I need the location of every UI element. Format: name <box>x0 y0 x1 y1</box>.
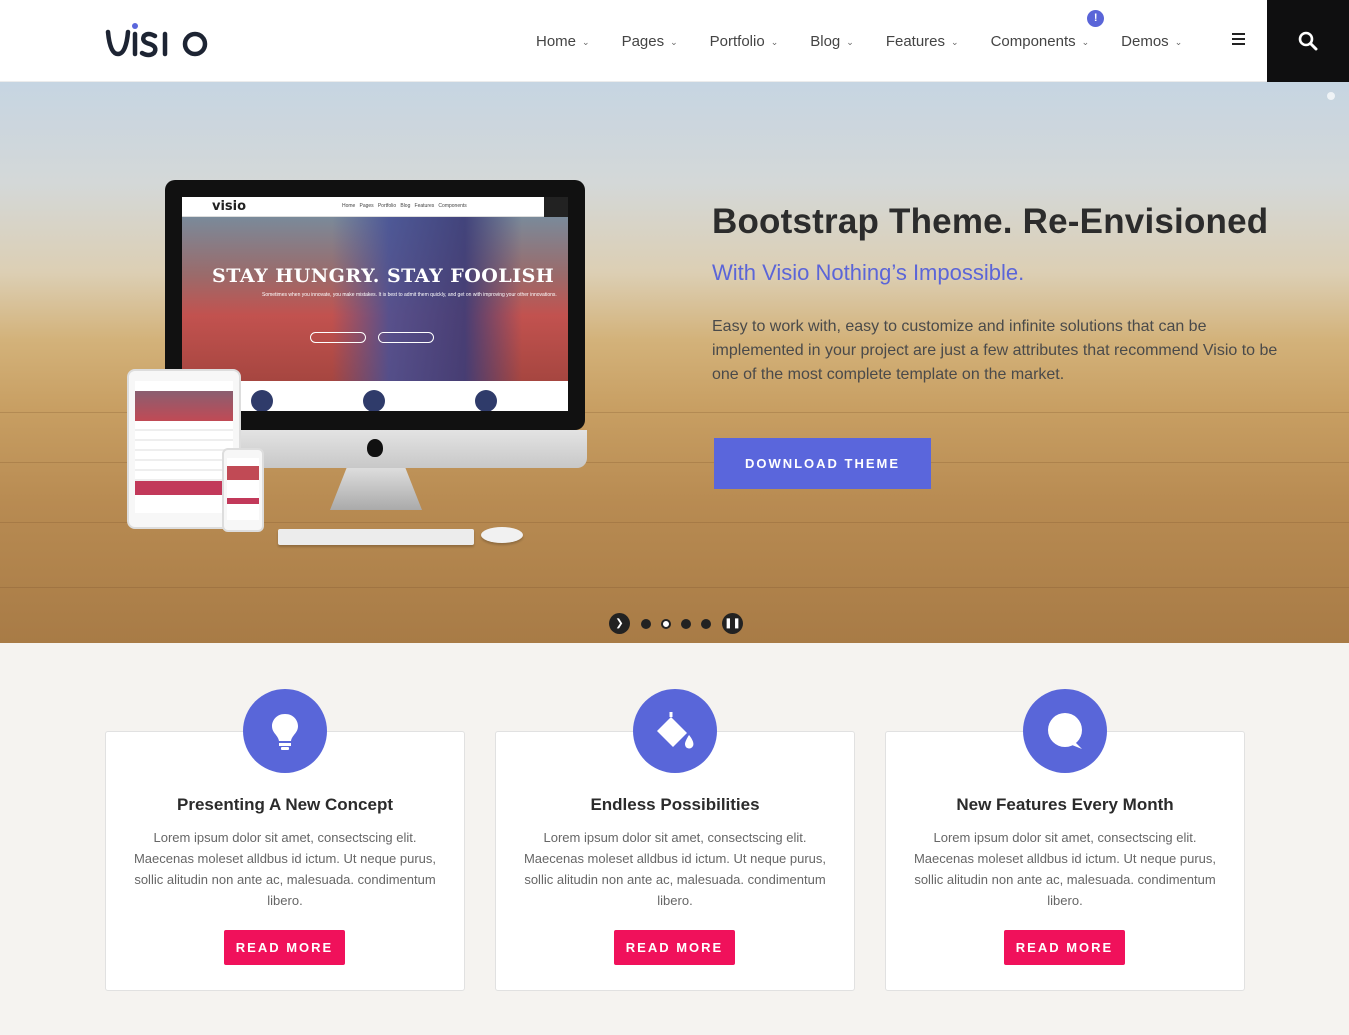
site-header: Home ⌄ Pages ⌄ Portfolio ⌄ Blog ⌄ Features ⌄ … <box>0 0 1349 82</box>
new-badge: ! <box>1087 9 1105 27</box>
hero-description: Easy to work with, easy to customize and… <box>712 318 1278 383</box>
nav-components[interactable]: Components ⌄ <box>975 33 1106 50</box>
read-more-button[interactable]: READ MORE <box>1004 930 1125 965</box>
mini-logo: visio <box>212 199 247 214</box>
chevron-down-icon: ⌄ <box>1081 36 1090 47</box>
feature-title: Endless Possibilities <box>590 795 760 814</box>
feature-title: New Features Every Month <box>956 795 1174 814</box>
nav-pages[interactable]: Pages ⌄ <box>606 33 694 50</box>
download-theme-button[interactable]: DOWNLOAD THEME <box>714 438 931 489</box>
iphone-mockup <box>222 448 264 532</box>
chevron-down-icon: ⌄ <box>670 36 678 47</box>
nav-home[interactable]: Home ⌄ <box>520 33 606 50</box>
nav-pages-label: Pages <box>621 32 665 50</box>
nav-portfolio-label: Portfolio <box>709 32 765 50</box>
lightbulb-icon <box>243 689 327 773</box>
nav-portfolio[interactable]: Portfolio ⌄ <box>694 33 795 50</box>
ipad-screen <box>135 381 233 513</box>
slider-dot[interactable] <box>681 618 691 629</box>
wood-grain <box>0 587 1349 588</box>
mini-hero-text: Sometimes when you innovate, you make mi… <box>262 292 557 298</box>
runner-image <box>332 217 522 381</box>
chevron-down-icon: ⌄ <box>846 36 854 47</box>
mini-button <box>310 332 366 343</box>
chevron-down-icon: ⌄ <box>770 36 779 47</box>
chevron-down-icon: ⌄ <box>582 36 590 47</box>
nav-features-label: Features <box>885 32 946 50</box>
mini-search <box>544 197 568 217</box>
nav-demos-label: Demos <box>1121 32 1169 50</box>
slider-pause-icon[interactable]: ❚❚ <box>722 613 743 634</box>
hamburger-icon[interactable] <box>1232 33 1245 47</box>
search-icon <box>1298 31 1318 51</box>
mini-icon <box>363 390 385 411</box>
chevron-down-icon: ⌄ <box>1174 36 1183 47</box>
slider-dot[interactable] <box>701 618 711 629</box>
mini-button <box>378 332 434 343</box>
nav-features[interactable]: Features ⌄ <box>870 33 975 50</box>
mini-menu: Home Pages Portfolio Blog Features Compo… <box>342 203 467 209</box>
mini-hero-title: STAY HUNGRY. STAY FOOLISH <box>212 265 555 287</box>
mini-icon <box>251 390 273 411</box>
hero-subtitle: With Visio Nothing’s Impossible. <box>712 260 1025 285</box>
read-more-button[interactable]: READ MORE <box>614 930 735 965</box>
nav-home-label: Home <box>536 32 577 50</box>
hero-title: Bootstrap Theme. Re-Envisioned <box>712 202 1269 241</box>
slider-prev-icon[interactable]: ❯ <box>609 613 630 634</box>
chat-bubble-icon <box>1023 689 1107 773</box>
feature-title: Presenting A New Concept <box>177 795 393 814</box>
imac-stand <box>330 468 422 510</box>
nav-blog-label: Blog <box>810 32 841 50</box>
chevron-down-icon: ⌄ <box>951 36 959 47</box>
feature-text: Lorem ipsum dolor sit amet, consectscing… <box>133 830 437 908</box>
feature-text: Lorem ipsum dolor sit amet, consectscing… <box>523 830 827 908</box>
slider-dot-active[interactable] <box>661 618 671 629</box>
nav-demos[interactable]: ! Demos ⌄ <box>1087 9 1198 50</box>
iphone-screen <box>227 458 259 520</box>
slider-controls: ❯ ❚❚ <box>609 613 743 634</box>
slider-dot[interactable] <box>641 618 651 629</box>
mini-navbar: visio Home Pages Portfolio Blog Features… <box>182 197 568 217</box>
visio-logo[interactable] <box>104 20 219 62</box>
keyboard-image <box>278 529 474 545</box>
nav-components-label: Components <box>990 32 1076 50</box>
paint-bucket-icon <box>633 689 717 773</box>
hero-slider: visio Home Pages Portfolio Blog Features… <box>0 82 1349 643</box>
nav-blog[interactable]: Blog ⌄ <box>794 33 870 50</box>
read-more-button[interactable]: READ MORE <box>224 930 345 965</box>
mini-hero: STAY HUNGRY. STAY FOOLISH Sometimes when… <box>182 217 568 381</box>
mouse-image <box>481 527 523 543</box>
apple-logo-icon <box>367 439 383 457</box>
main-nav: Home ⌄ Pages ⌄ Portfolio ⌄ Blog ⌄ Features ⌄ … <box>520 0 1198 82</box>
search-button[interactable] <box>1267 0 1349 82</box>
feature-text: Lorem ipsum dolor sit amet, consectscing… <box>913 830 1217 908</box>
corner-indicator <box>1327 92 1335 100</box>
mini-icon <box>475 390 497 411</box>
